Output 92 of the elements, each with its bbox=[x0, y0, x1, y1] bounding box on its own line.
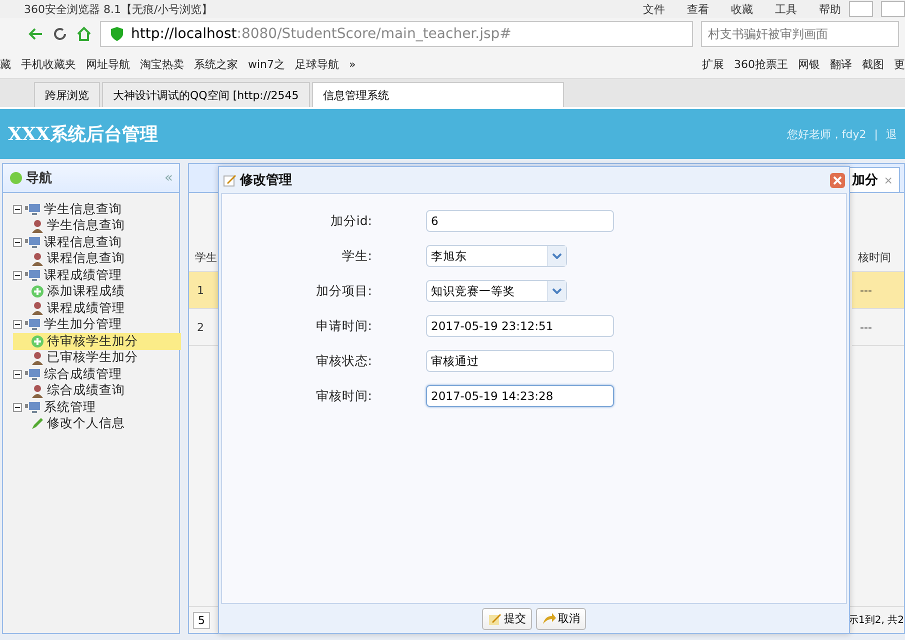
search-field[interactable]: 村支书骗奸被审判画面 bbox=[701, 21, 899, 47]
extension-item[interactable]: 更 bbox=[894, 56, 905, 72]
computer-icon bbox=[25, 236, 41, 249]
tree-item[interactable]: 课程成绩管理 bbox=[13, 300, 181, 316]
tree-item[interactable]: 综合成绩查询 bbox=[13, 382, 181, 399]
pencil-icon bbox=[31, 417, 44, 430]
separator: | bbox=[874, 128, 878, 140]
computer-icon bbox=[25, 268, 41, 282]
collapse-icon[interactable] bbox=[13, 204, 22, 214]
bookmark[interactable]: win7之 bbox=[248, 56, 286, 72]
field-label: 审核状态: bbox=[316, 352, 372, 370]
tree-group[interactable]: 学生加分管理 bbox=[44, 316, 122, 334]
menu-item[interactable]: 工具 bbox=[775, 2, 797, 16]
row-number: 1 bbox=[189, 272, 221, 309]
page-size-field[interactable]: 5 bbox=[193, 612, 210, 628]
input-field[interactable]: 审核通过 bbox=[426, 350, 614, 372]
menu-item[interactable]: 收藏 bbox=[731, 2, 753, 16]
close-icon[interactable] bbox=[830, 172, 845, 188]
back-icon[interactable] bbox=[28, 26, 44, 42]
tree-group[interactable]: 综合成绩管理 bbox=[44, 366, 122, 383]
chevron-down-icon bbox=[552, 253, 562, 259]
extension-item[interactable]: 翻译 bbox=[830, 56, 852, 72]
extension-item[interactable]: 网银 bbox=[798, 56, 820, 72]
pager-info: 示1到2, 共2 bbox=[848, 614, 904, 627]
address-field[interactable]: http://localhost:8080/StudentScore/main_teacher.jsp# bbox=[100, 21, 693, 47]
dialog-title: 修改管理 bbox=[240, 172, 292, 189]
menu-item[interactable]: 查看 bbox=[687, 2, 709, 16]
tree-group[interactable]: 系统管理 bbox=[44, 398, 96, 416]
pencil-icon bbox=[223, 173, 237, 187]
sidebar-title: 导航 bbox=[26, 170, 52, 187]
menu-item[interactable]: 帮助 bbox=[819, 2, 841, 16]
person-icon bbox=[31, 350, 44, 365]
computer-icon bbox=[25, 368, 41, 381]
person-icon bbox=[31, 301, 44, 316]
bookmark[interactable]: 手机收藏夹 bbox=[21, 56, 76, 72]
bookmark[interactable]: 藏 bbox=[0, 56, 11, 72]
bookmark[interactable]: 足球导航 bbox=[295, 56, 340, 72]
field-label: 加分项目: bbox=[316, 282, 372, 300]
menu-item[interactable]: 文件 bbox=[643, 2, 665, 16]
computer-icon bbox=[25, 318, 41, 332]
greeting: 您好老师，fdy2 bbox=[786, 126, 866, 142]
extension-item[interactable]: 截图 bbox=[862, 56, 884, 72]
tree-group[interactable]: 学生信息查询 bbox=[44, 200, 122, 218]
tree-item[interactable]: 待审核学生加分 bbox=[13, 333, 181, 350]
table-cell: --- bbox=[852, 272, 904, 309]
collapse-icon[interactable] bbox=[13, 238, 22, 247]
collapse-icon[interactable] bbox=[13, 320, 22, 330]
add-icon bbox=[31, 285, 44, 298]
collapse-icon[interactable] bbox=[13, 402, 22, 412]
person-icon bbox=[31, 384, 44, 398]
input-field[interactable]: 2017-05-19 23:12:51 bbox=[426, 315, 614, 337]
collapse-icon[interactable] bbox=[13, 270, 22, 280]
app-title: XXX系统后台管理 bbox=[8, 123, 158, 146]
bookmark[interactable]: 淘宝热卖 bbox=[140, 56, 184, 72]
tree-item[interactable]: 课程信息查询 bbox=[13, 250, 181, 267]
tree-item[interactable]: 已审核学生加分 bbox=[13, 350, 181, 366]
tree-group[interactable]: 课程信息查询 bbox=[44, 234, 122, 251]
field-label: 审核时间: bbox=[316, 388, 372, 404]
bookmark[interactable]: » bbox=[349, 58, 356, 70]
browser-title: 360安全浏览器 8.1【无痕/小号浏览】 bbox=[24, 2, 213, 16]
field-label: 学生: bbox=[342, 248, 372, 264]
input-field[interactable]: 2017-05-19 14:23:28 bbox=[426, 385, 614, 407]
tree-item[interactable]: 添加课程成绩 bbox=[13, 284, 181, 300]
select-field[interactable]: 知识竞赛一等奖 bbox=[426, 280, 567, 302]
select-field[interactable]: 李旭东 bbox=[426, 245, 567, 267]
browser-tab[interactable]: 信息管理系统 bbox=[312, 82, 564, 107]
table-cell: --- bbox=[852, 309, 904, 346]
browser-tab[interactable]: 跨屏浏览 bbox=[34, 82, 100, 107]
reload-icon[interactable] bbox=[52, 26, 68, 42]
field-label: 加分id: bbox=[330, 212, 372, 230]
computer-icon bbox=[25, 400, 41, 414]
input-field[interactable]: 6 bbox=[426, 210, 614, 232]
person-icon bbox=[31, 218, 44, 233]
bookmark[interactable]: 网址导航 bbox=[86, 56, 130, 72]
tree-item[interactable]: 修改个人信息 bbox=[13, 416, 181, 432]
extension-item[interactable]: 扩展 bbox=[702, 56, 724, 72]
chevron-down-icon bbox=[552, 288, 562, 294]
computer-icon bbox=[25, 202, 41, 216]
pencil-icon bbox=[488, 612, 502, 626]
extension-item[interactable]: 360抢票王 bbox=[734, 56, 788, 72]
cancel-button[interactable]: 取消 bbox=[536, 608, 586, 630]
submit-button[interactable]: 提交 bbox=[482, 608, 532, 630]
bookmark[interactable]: 系统之家 bbox=[194, 56, 238, 72]
browser-tab[interactable]: 大神设计调试的QQ空间 [http://2545 bbox=[102, 82, 310, 107]
tree-item[interactable]: 学生信息查询 bbox=[13, 218, 181, 234]
add-icon bbox=[31, 334, 44, 348]
collapse-icon[interactable] bbox=[13, 370, 22, 379]
home-icon[interactable] bbox=[76, 26, 92, 42]
tree-group[interactable]: 课程成绩管理 bbox=[44, 266, 122, 284]
field-label: 申请时间: bbox=[316, 318, 372, 334]
shield-icon bbox=[109, 26, 125, 42]
person-icon bbox=[31, 252, 44, 266]
